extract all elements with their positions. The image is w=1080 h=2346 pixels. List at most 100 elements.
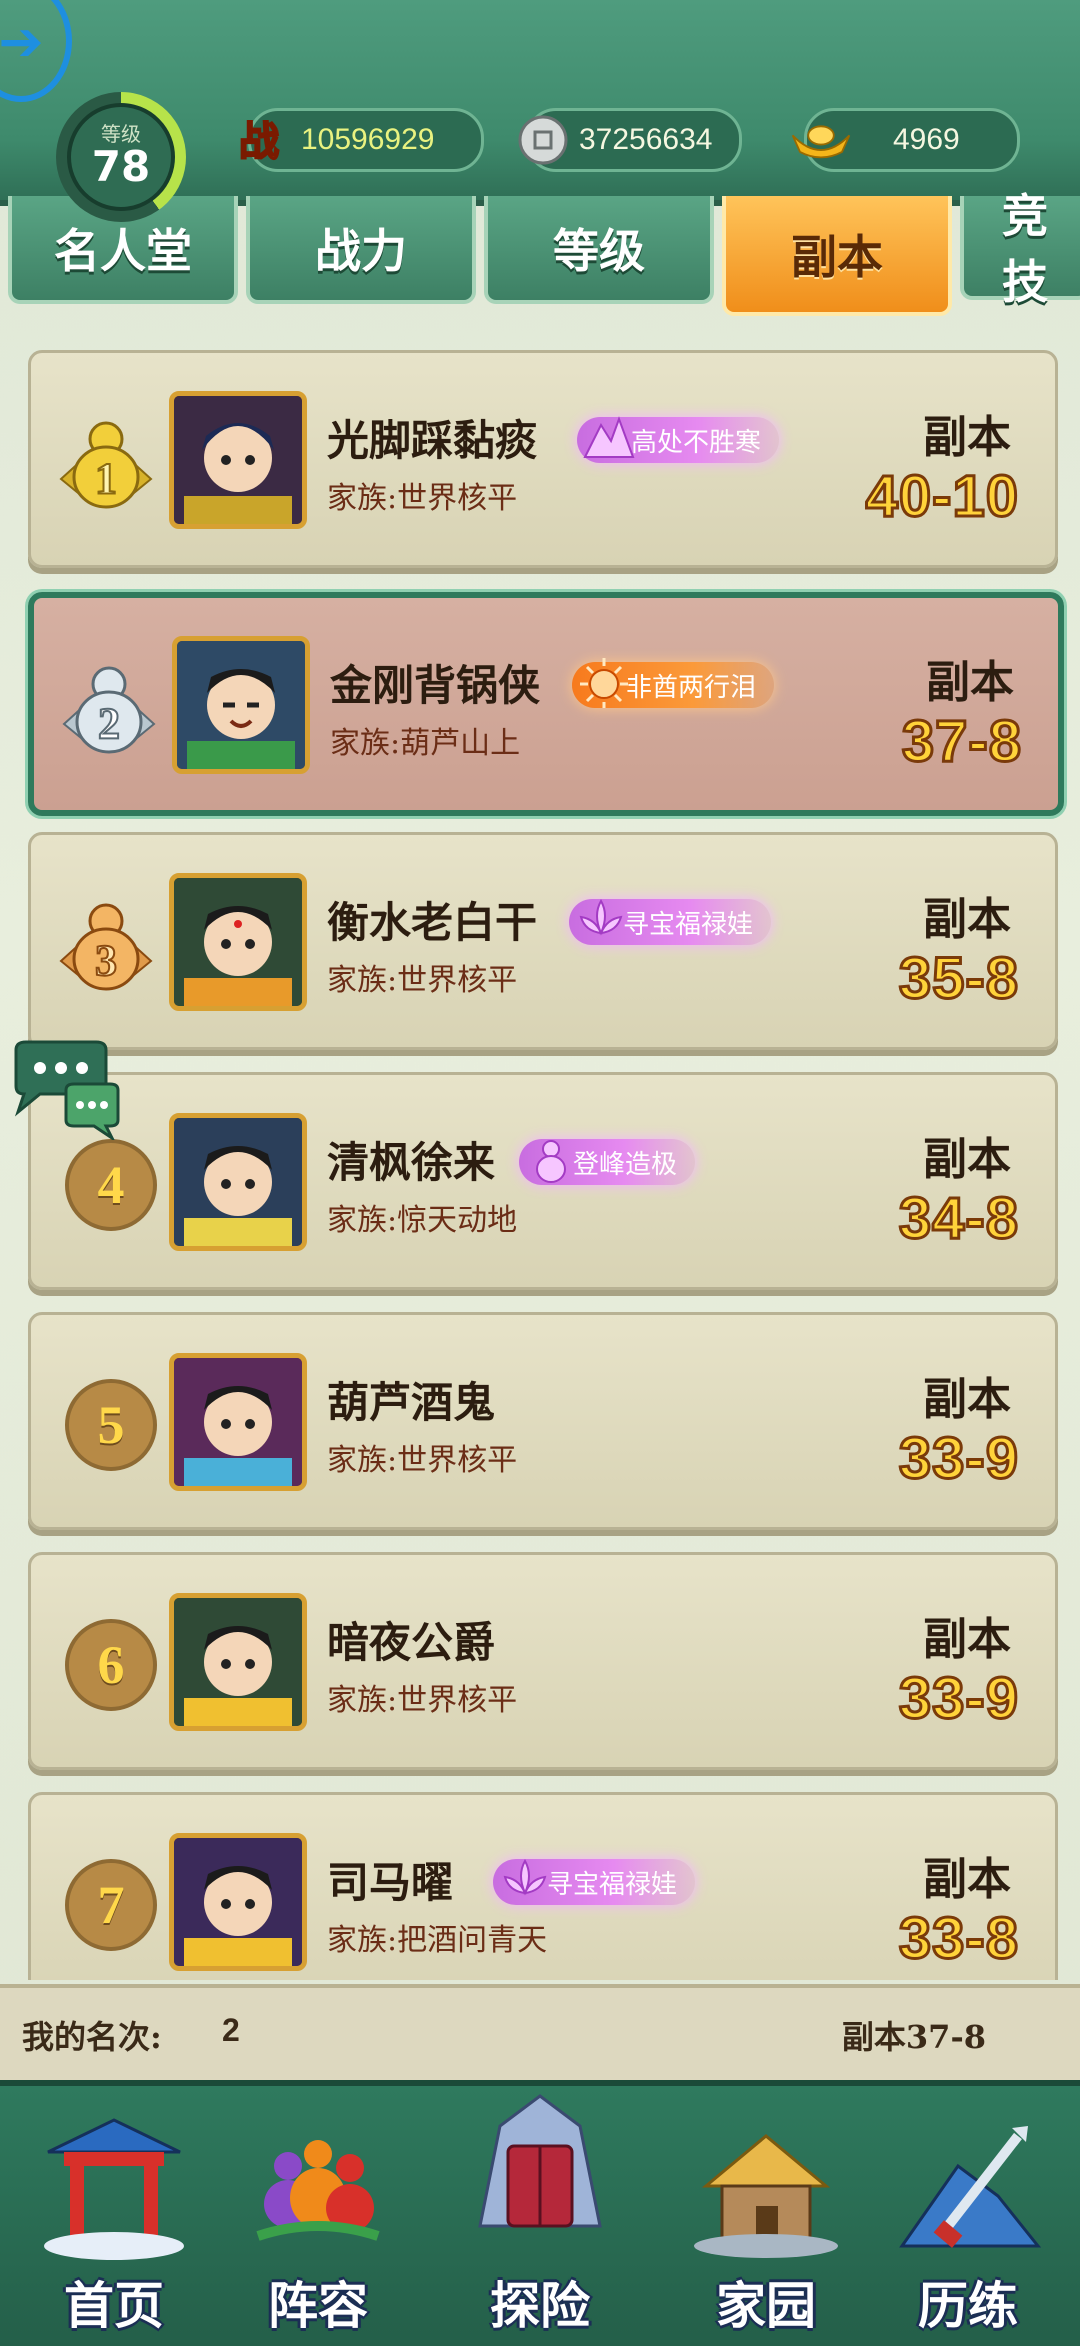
- dungeon-progress: 40-10: [864, 463, 1019, 531]
- gate-icon: [44, 2118, 184, 2260]
- nav-explore[interactable]: 探险: [440, 2094, 640, 2336]
- silver-coin-value: 37256634: [579, 123, 713, 156]
- avatar[interactable]: [169, 1113, 307, 1251]
- mountain-badge-icon: [583, 407, 635, 467]
- silver-coin-icon: [511, 108, 575, 172]
- lotus-badge-icon: [575, 889, 627, 949]
- title-text: 高处不胜寒: [631, 427, 762, 458]
- family-line: 家族:世界核平: [327, 963, 518, 998]
- dungeon-label: 副本: [923, 1134, 1011, 1185]
- family-line: 家族:葫芦山上: [330, 726, 521, 761]
- sword-icon: [899, 2126, 1042, 2248]
- combat-power-display: 战 10596929: [238, 108, 484, 172]
- gold-ingot-value: 4969: [893, 123, 960, 156]
- nav-home[interactable]: 首页: [14, 2106, 214, 2336]
- ranking-row[interactable]: 3 衡水老白干 寻宝福禄娃 家族:世界核平 副本 35-8: [28, 832, 1058, 1050]
- family-name: 世界核平: [397, 1443, 518, 1478]
- my-dungeon-progress: 副本37-8: [841, 2018, 986, 2056]
- my-rank-value: 2: [222, 2012, 240, 2048]
- nav-lineup[interactable]: 阵容: [218, 2106, 418, 2336]
- chat-bubble-icon[interactable]: [10, 1040, 120, 1140]
- gourds-icon: [256, 2140, 380, 2241]
- title-text: 寻宝福禄娃: [623, 909, 754, 940]
- dungeon-label: 副本: [923, 1374, 1011, 1425]
- level-badge[interactable]: 等级 78: [56, 92, 186, 222]
- ranking-tabs: 名人堂 战力 等级 副本 竞技: [0, 189, 1080, 316]
- dungeon-progress: 33-9: [897, 1425, 1019, 1493]
- avatar[interactable]: [169, 873, 307, 1011]
- title-badge: 登峰造极: [519, 1139, 696, 1185]
- sun-badge-icon: [578, 652, 630, 712]
- dungeon-progress: 33-9: [897, 1665, 1019, 1733]
- family-line: 家族:世界核平: [327, 1683, 518, 1718]
- dungeon-label: 副本: [923, 1614, 1011, 1665]
- player-name: 衡水老白干: [327, 898, 538, 947]
- nav-homeland[interactable]: 家园: [666, 2106, 866, 2336]
- dungeon-label: 副本: [923, 412, 1011, 463]
- top-bar: ➔ 等级 78 战 10596929 37256634 4969: [0, 0, 1080, 222]
- silver-coin-display: 37256634: [518, 108, 742, 172]
- dungeon-label: 副本: [923, 894, 1011, 945]
- avatar[interactable]: [169, 1353, 307, 1491]
- combat-power-value: 10596929: [301, 123, 435, 156]
- family-name: 葫芦山上: [400, 726, 521, 761]
- crystal-door-icon: [478, 2094, 602, 2228]
- bronze-gourd-medal-icon: 3: [59, 903, 153, 991]
- tab-arena[interactable]: 竞技: [960, 189, 1080, 309]
- family-line: 家族:世界核平: [327, 481, 518, 516]
- dungeon-progress: 35-8: [897, 945, 1019, 1013]
- title-badge: 高处不胜寒: [577, 416, 780, 463]
- my-rank-label: 我的名次:: [22, 2018, 162, 2056]
- title-text: 非酋两行泪: [626, 672, 757, 703]
- family-line: 家族:把酒问青天: [327, 1923, 548, 1958]
- level-label: 等级: [101, 121, 141, 146]
- nav-label: 探险: [490, 2276, 590, 2335]
- rank-number: 5: [65, 1379, 157, 1471]
- avatar[interactable]: [169, 1833, 307, 1971]
- ranking-row[interactable]: 5 葫芦酒鬼 家族:世界核平 副本 33-9: [28, 1312, 1058, 1530]
- dungeon-progress: 37-8: [900, 708, 1022, 776]
- gold-ingot-icon: [789, 108, 853, 172]
- gold-gourd-medal-icon: 1: [59, 421, 153, 509]
- tab-level[interactable]: 等级: [484, 196, 714, 304]
- player-name: 清枫徐来: [327, 1138, 496, 1187]
- family-name: 惊天动地: [397, 1203, 518, 1238]
- rank-number: 7: [65, 1859, 157, 1951]
- family-line: 家族:惊天动地: [327, 1203, 518, 1238]
- dungeon-progress: 33-8: [897, 1905, 1019, 1973]
- title-badge: 寻宝福禄娃: [569, 898, 772, 945]
- svg-text:1: 1: [95, 454, 117, 503]
- avatar[interactable]: [169, 1593, 307, 1731]
- battle-icon: 战: [233, 108, 297, 172]
- back-arrow-icon[interactable]: ➔: [0, 0, 72, 102]
- tab-power[interactable]: 战力: [246, 196, 476, 304]
- title-text: 登峰造极: [573, 1149, 678, 1180]
- nav-training[interactable]: 历练: [868, 2106, 1068, 2336]
- avatar[interactable]: [169, 391, 307, 529]
- house-icon: [694, 2134, 838, 2258]
- family-name: 把酒问青天: [397, 1923, 548, 1958]
- my-rank-bar: 我的名次: 2 副本37-8: [0, 1984, 1080, 2084]
- player-name: 司马曜: [327, 1858, 454, 1907]
- nav-label: 阵容: [268, 2276, 368, 2335]
- ranking-row[interactable]: 1 光脚踩黏痰 高处不胜寒 家族:世界核平 副本 40-10: [28, 350, 1058, 568]
- ranking-row-mine[interactable]: 2 金刚背锅侠 非酋两行泪 家族:葫芦山上 副本 37-8: [28, 592, 1064, 816]
- family-name: 世界核平: [397, 1683, 518, 1718]
- tab-dungeon[interactable]: 副本: [722, 196, 952, 316]
- player-name: 光脚踩黏痰: [327, 416, 538, 465]
- player-name: 暗夜公爵: [327, 1618, 496, 1667]
- avatar[interactable]: [172, 636, 310, 774]
- player-name: 葫芦酒鬼: [327, 1378, 496, 1427]
- player-name: 金刚背锅侠: [330, 661, 541, 710]
- ranking-row[interactable]: 4 清枫徐来 登峰造极 家族:惊天动地 副本 34-8: [28, 1072, 1058, 1290]
- nav-label: 家园: [716, 2276, 816, 2335]
- title-badge: 非酋两行泪: [572, 658, 775, 708]
- ranking-row[interactable]: 6 暗夜公爵 家族:世界核平 副本 33-9: [28, 1552, 1058, 1770]
- level-value: 78: [91, 141, 151, 191]
- bottom-nav: 首页 阵容 探险 家园 历练: [0, 2080, 1080, 2346]
- dungeon-label: 副本: [923, 1854, 1011, 1905]
- ranking-row[interactable]: 7 司马曜 寻宝福禄娃 家族:把酒问青天 副本 33-8: [28, 1792, 1058, 1980]
- title-badge: 寻宝福禄娃: [493, 1858, 696, 1905]
- dungeon-label: 副本: [926, 657, 1014, 708]
- ranking-list[interactable]: 1 光脚踩黏痰 高处不胜寒 家族:世界核平 副本 40-10 2 金刚背锅侠 非…: [0, 330, 1080, 1980]
